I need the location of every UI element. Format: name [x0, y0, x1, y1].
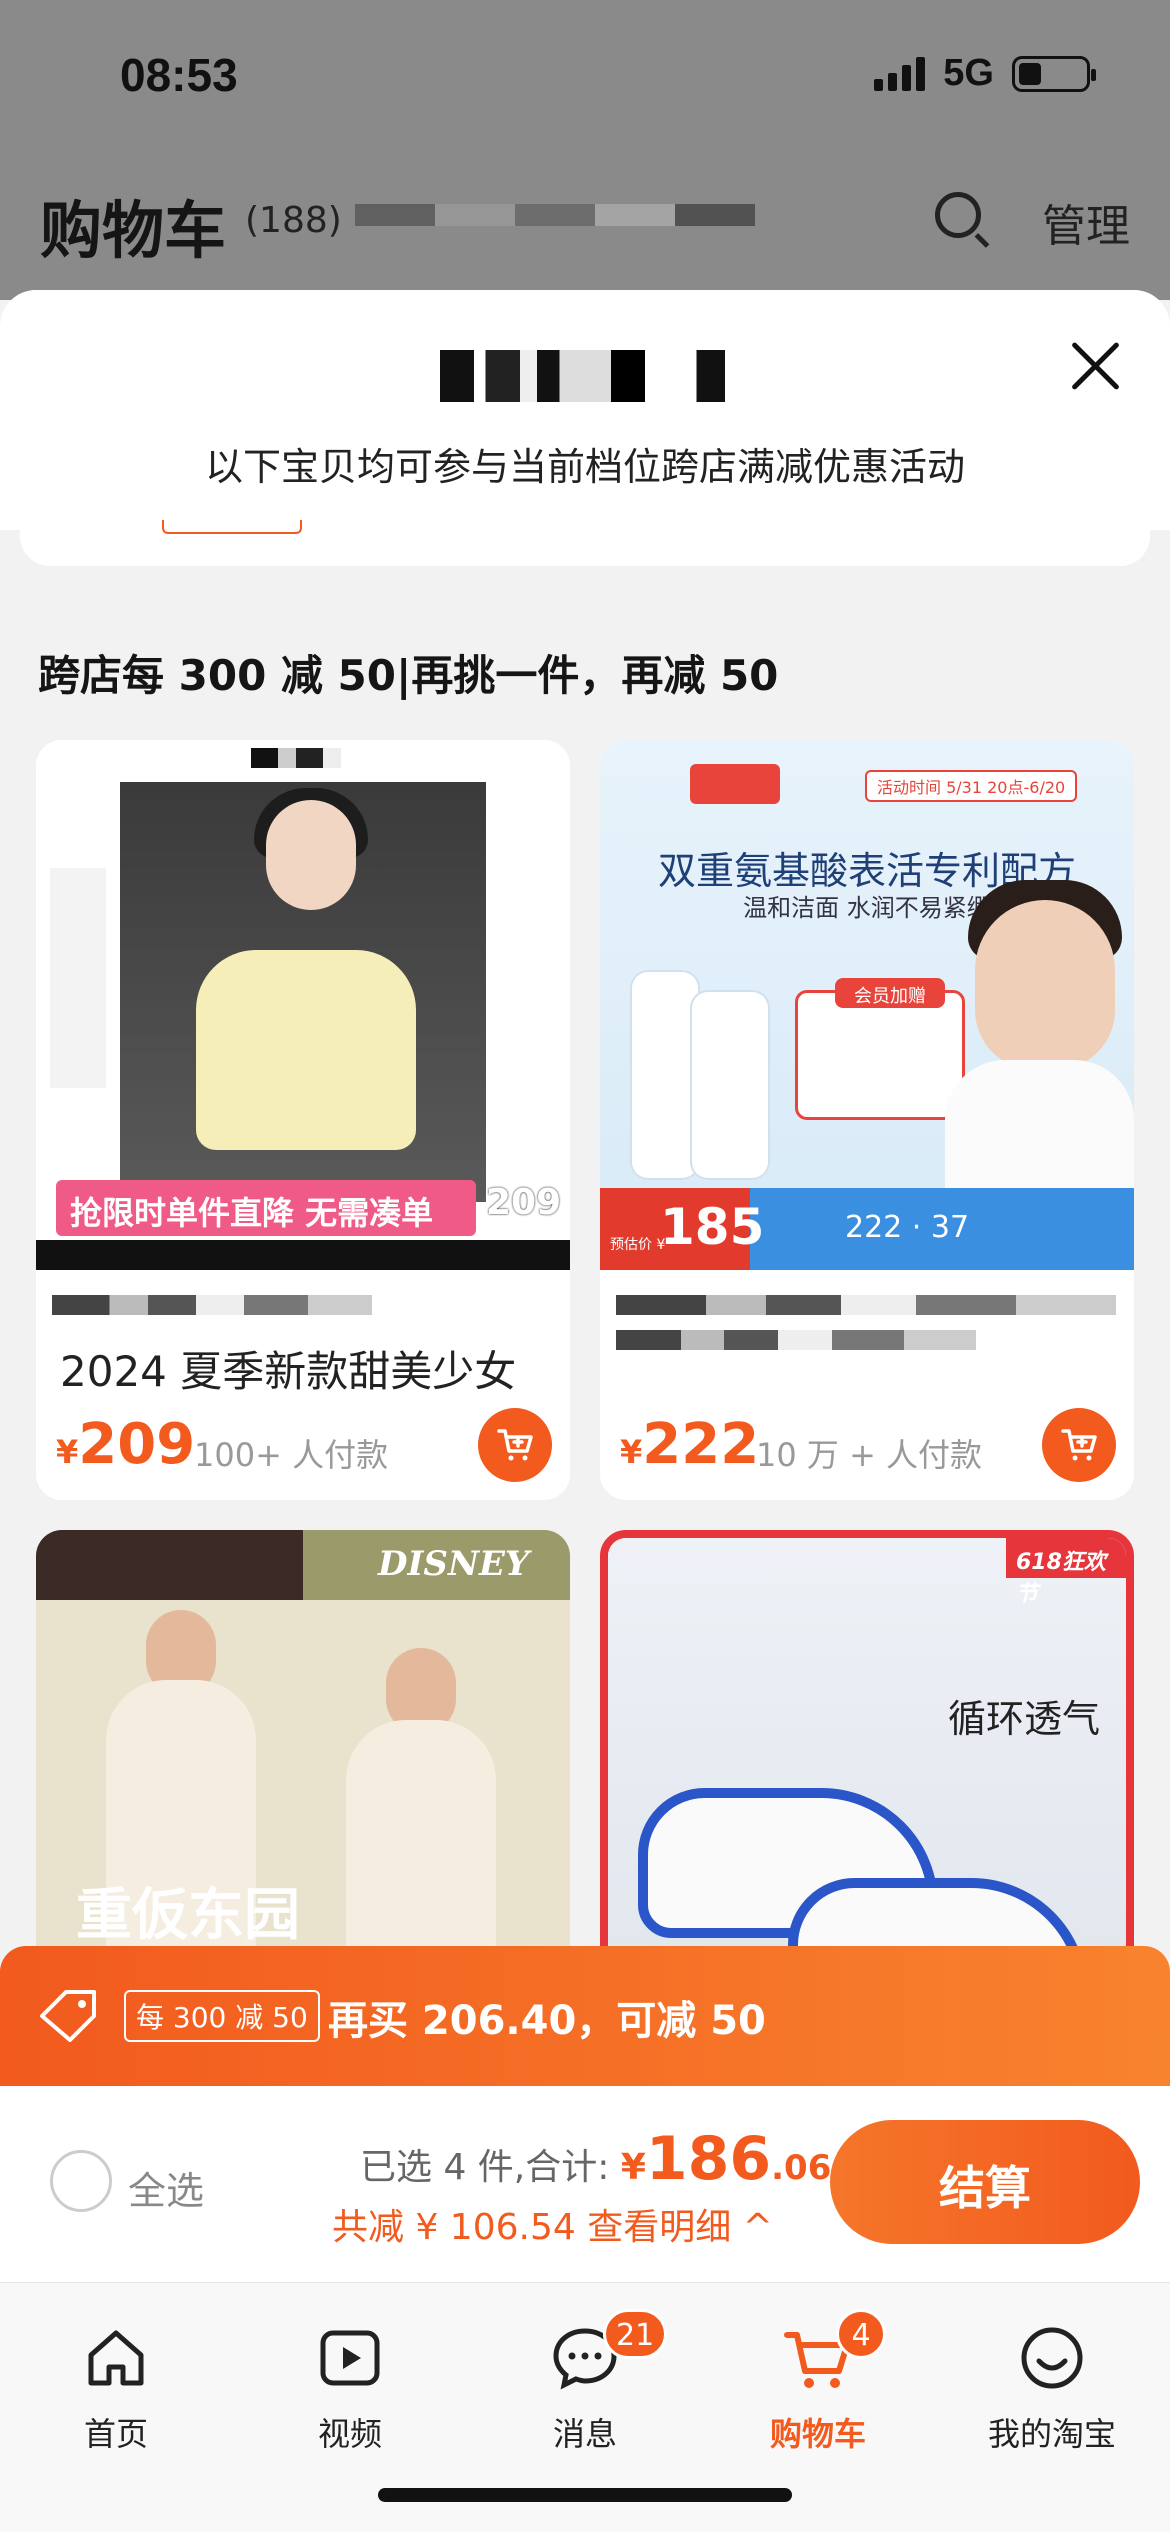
bottle-2: [690, 990, 770, 1180]
background-app: 08:53 5G 购物车 (188) 管理: [0, 0, 1170, 300]
manage-button[interactable]: 管理: [1042, 190, 1130, 254]
tab-cart[interactable]: 4 购物车: [728, 2303, 908, 2453]
tab-profile[interactable]: 我的淘宝: [962, 2303, 1142, 2453]
home-icon: [88, 2330, 144, 2386]
status-icons: 5G: [874, 52, 1096, 95]
promo-bar[interactable]: 每 300 减 50 再买 206.40，可减 50: [0, 1946, 1170, 2086]
tab-label: 购物车: [769, 2415, 866, 2453]
product-image[interactable]: 抢限时单件直降 无需凑单 209: [36, 740, 570, 1270]
redacted-logo: [440, 350, 725, 402]
photo-shirt: [945, 1060, 1134, 1190]
tab-messages[interactable]: 21 消息: [495, 2303, 675, 2453]
promo-badge: 每 300 减 50: [124, 1990, 320, 2042]
redacted-address: [355, 204, 755, 226]
image-logo-text: 重仮东园: [76, 1883, 300, 1948]
product-card[interactable]: 抢限时单件直降 无需凑单 209 2024 夏季新款甜美少女 ¥209 100+…: [36, 740, 570, 1500]
promo-message: 再买 206.40，可减 50: [328, 1998, 766, 2044]
image-price-box: 预估价 ¥ 185: [600, 1188, 764, 1270]
cart-badge: 4: [836, 2309, 886, 2359]
total-summary: 已选 4 件,合计: ¥186.06: [360, 2124, 831, 2194]
status-bar: 08:53 5G: [0, 0, 1170, 150]
close-icon[interactable]: [1068, 338, 1124, 394]
checkout-button[interactable]: 结算: [830, 2120, 1140, 2244]
tab-label: 视频: [317, 2415, 382, 2453]
redacted-name: [616, 1295, 1116, 1315]
brand-logo: DISNEY: [303, 1530, 570, 1600]
currency: ¥: [56, 1433, 79, 1471]
tab-label: 消息: [552, 2415, 617, 2453]
search-icon[interactable]: [935, 192, 981, 238]
add-to-cart-button[interactable]: [478, 1408, 552, 1482]
sold-count: 10 万 + 人付款: [756, 1436, 983, 1474]
festival-tag: 618狂欢节: [1006, 1538, 1126, 1607]
redacted-brand: [251, 748, 341, 768]
redacted-brand: [36, 1530, 303, 1600]
select-all-checkbox[interactable]: [50, 2150, 112, 2212]
member-gift-box: [795, 990, 965, 1120]
price-value: 222: [642, 1412, 760, 1477]
currency: ¥: [620, 1433, 643, 1471]
member-gift-label: 会员加赠: [835, 978, 945, 1008]
image-strip: [36, 1240, 570, 1270]
product-name: 2024 夏季新款甜美少女: [60, 1347, 517, 1396]
cart-add-icon: [1061, 1429, 1097, 1461]
total-dec: .06: [771, 2148, 832, 2188]
tab-home[interactable]: 首页: [26, 2303, 206, 2453]
product-price: ¥209: [56, 1412, 195, 1477]
image-banner: 抢限时单件直降 无需凑单: [56, 1180, 476, 1236]
total-int: 186: [645, 2124, 772, 2194]
image-blue-text: 222 · 37: [845, 1210, 970, 1245]
image-headline: 循环透气: [948, 1697, 1101, 1741]
image-price: 209: [486, 1182, 562, 1223]
photo-face: [975, 900, 1115, 1070]
image-price-label: 预估价 ¥: [610, 1237, 666, 1253]
activity-label: 活动时间: [877, 778, 942, 797]
cart-count: (188): [245, 200, 342, 241]
photo-dress: [196, 950, 416, 1150]
peek-card: [20, 520, 1150, 566]
cart-add-icon: [497, 1429, 533, 1461]
messages-badge: 21: [603, 2309, 668, 2359]
sold-count: 100+ 人付款: [194, 1436, 389, 1474]
video-icon: [320, 2330, 380, 2386]
battery-icon: [1012, 55, 1096, 92]
promo-title: 跨店每 300 减 50|再挑一件，再减 50: [38, 651, 779, 700]
add-to-cart-button[interactable]: [1042, 1408, 1116, 1482]
tab-video[interactable]: 视频: [260, 2303, 440, 2453]
signal-icon: [874, 56, 926, 91]
festival-tag: [690, 764, 780, 804]
home-indicator[interactable]: [378, 2488, 792, 2502]
peek-tag: [162, 520, 302, 534]
product-image[interactable]: 活动时间 5/31 20点-6/20 双重氨基酸表活专利配方 温和洁面 水润不易…: [600, 740, 1134, 1270]
tab-label: 首页: [83, 2415, 148, 2453]
cart-header: 购物车 (188) 管理: [40, 180, 1130, 267]
photo-face: [266, 800, 356, 910]
product-card[interactable]: 活动时间 5/31 20点-6/20 双重氨基酸表活专利配方 温和洁面 水润不易…: [600, 740, 1134, 1500]
discount-detail-link[interactable]: 共减 ¥ 106.54 查看明细 ^: [332, 2198, 773, 2250]
sheet-header: 以下宝贝均可参与当前档位跨店满减优惠活动: [0, 290, 1170, 530]
activity-time: 活动时间 5/31 20点-6/20: [865, 770, 1078, 802]
redacted-shop: [52, 1295, 372, 1315]
select-all-label[interactable]: 全选: [128, 2160, 204, 2215]
network-label: 5G: [943, 52, 994, 94]
page-title: 购物车: [40, 194, 227, 267]
sheet-subtitle: 以下宝贝均可参与当前档位跨店满减优惠活动: [204, 445, 965, 489]
activity-value: 5/31 20点-6/20: [946, 778, 1066, 797]
status-time: 08:53: [120, 49, 238, 101]
image-price: 185: [660, 1198, 765, 1256]
price-value: 209: [78, 1412, 196, 1477]
total-price: ¥186.06: [620, 2124, 832, 2194]
feature-strip: [50, 868, 106, 1088]
coupon-tag-icon: [40, 1990, 96, 2042]
product-price: ¥222: [620, 1412, 759, 1477]
tab-label: 我的淘宝: [987, 2415, 1116, 2453]
profile-icon: [1021, 2327, 1083, 2389]
currency: ¥: [620, 2147, 646, 2188]
checkout-bar: 全选 已选 4 件,合计: ¥186.06 共减 ¥ 106.54 查看明细 ^…: [0, 2086, 1170, 2282]
selected-count: 已选 4 件,合计:: [360, 2147, 621, 2188]
redacted-name: [616, 1330, 976, 1350]
